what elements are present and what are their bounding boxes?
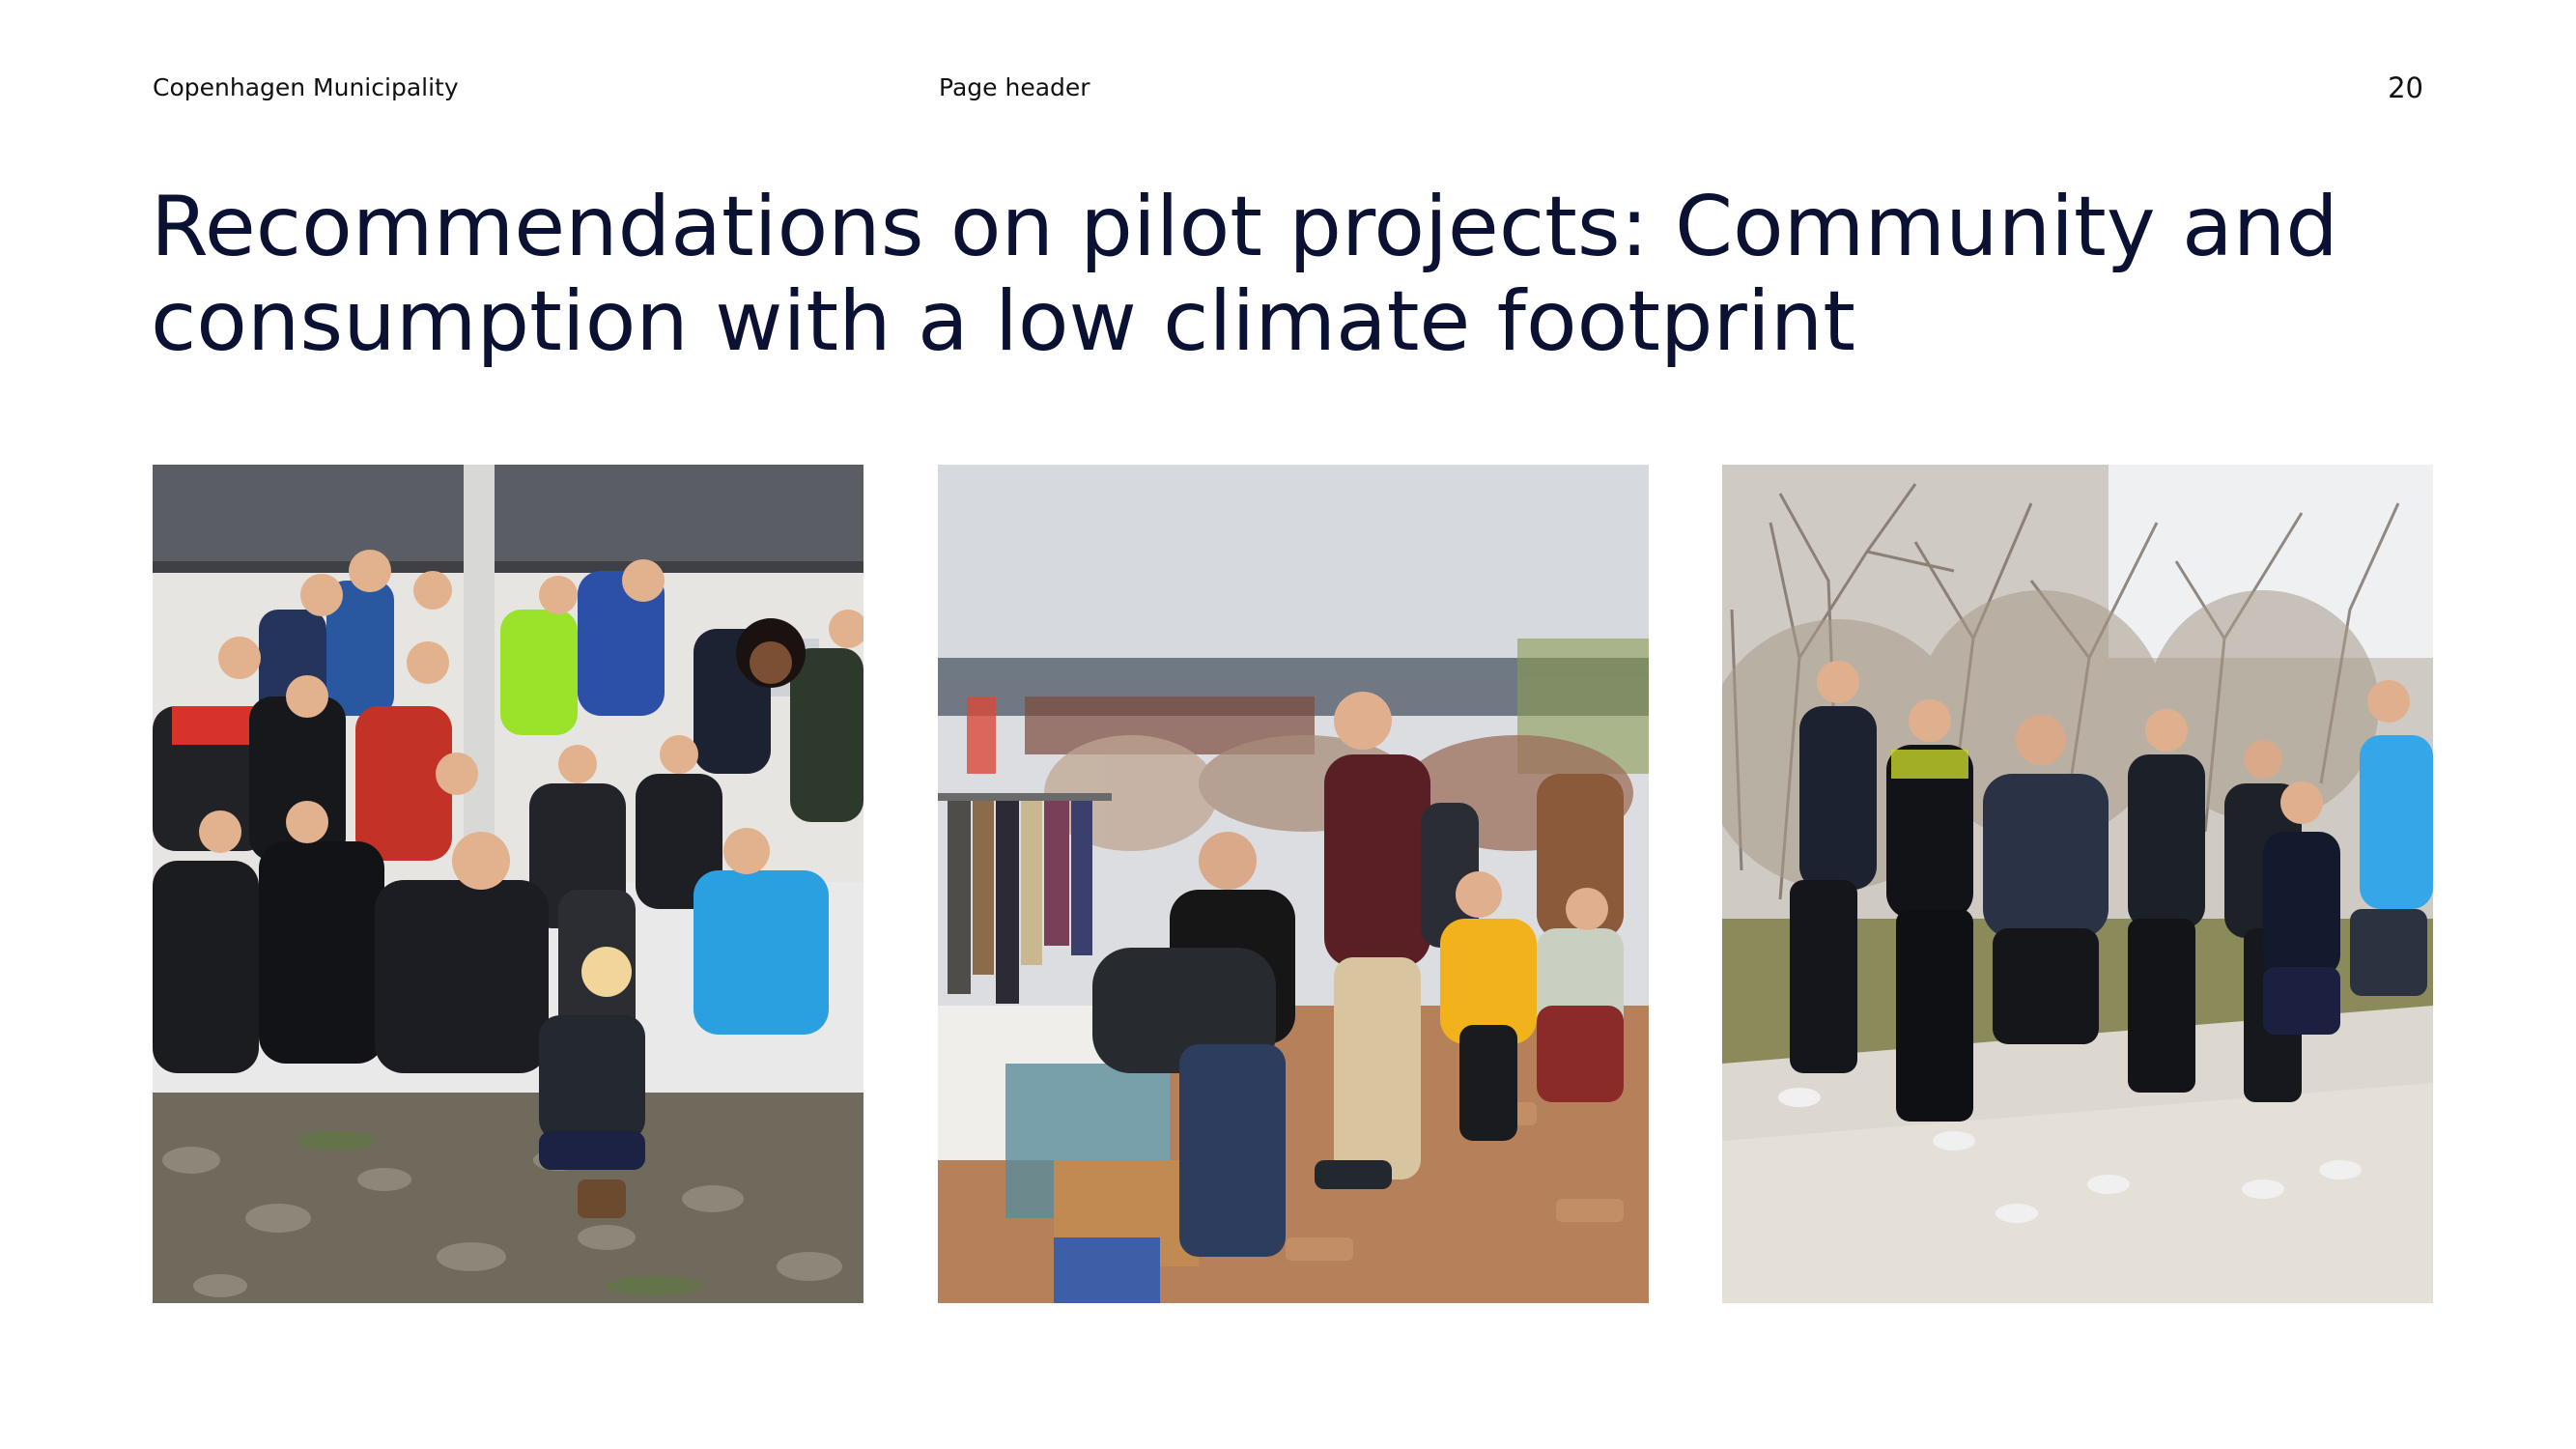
page-number: 20 bbox=[2388, 71, 2423, 104]
running-event-photo bbox=[1722, 465, 2433, 1303]
page-header-label: Page header bbox=[939, 73, 1090, 101]
slide-title: Recommendations on pilot projects: Commu… bbox=[151, 179, 2338, 370]
flea-market-photo bbox=[938, 465, 1649, 1303]
organization-name: Copenhagen Municipality bbox=[153, 73, 459, 101]
group-of-runners-photo bbox=[153, 465, 863, 1303]
